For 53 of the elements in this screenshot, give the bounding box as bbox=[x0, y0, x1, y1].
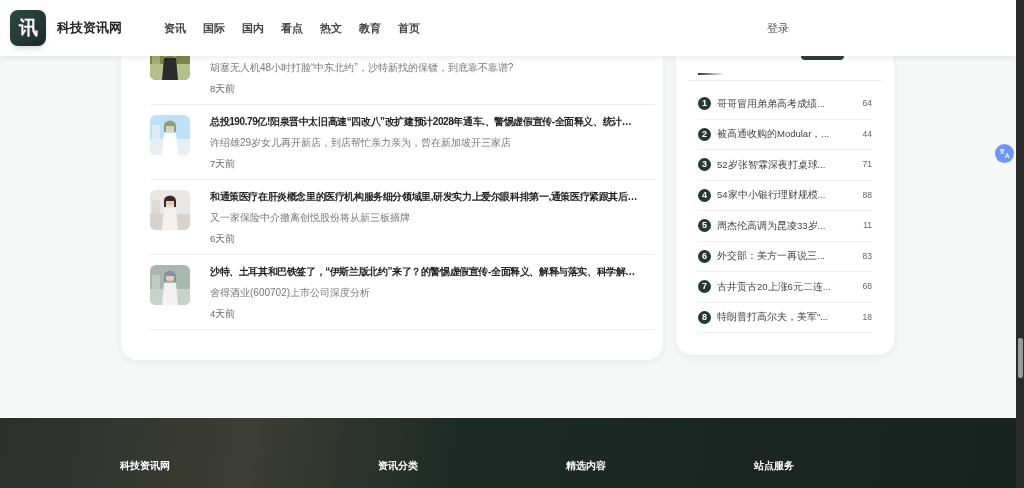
footer-heading: 科技资讯网 bbox=[119, 459, 171, 473]
rank-number: 2 bbox=[698, 127, 711, 141]
article-summary: 许绍雄29岁女儿再开新店，到店帮忙亲力亲为，曾在新加坡开三家店 bbox=[210, 136, 513, 150]
heading-underline bbox=[698, 73, 724, 75]
site-name[interactable]: 科技资讯网 bbox=[57, 18, 122, 38]
article-title[interactable]: 和通策医疗在肝炎概念里的医疗机构服务细分领域里,研发实力上爱尔眼科排第一,通策医疗紧跟其后… bbox=[210, 190, 638, 207]
view-count: 83 bbox=[862, 249, 872, 263]
rank-number: 5 bbox=[698, 219, 711, 233]
footer-heading: 资讯分类 bbox=[378, 459, 419, 473]
article-title[interactable]: 沙特、土耳其和巴铁签了，“伊斯兰版北约”来了？的警惕虚假宣传-全面释义、解释与落实、科学解… bbox=[210, 265, 635, 282]
rank-number: 1 bbox=[698, 97, 711, 111]
view-count: 11 bbox=[863, 219, 872, 233]
rank-number: 4 bbox=[698, 188, 711, 202]
hot-article-link[interactable]: 被高通收购的Modular，... bbox=[717, 127, 863, 142]
view-count: 18 bbox=[862, 310, 872, 324]
nav-link[interactable]: 国内 bbox=[242, 19, 264, 37]
translate-icon[interactable] bbox=[995, 144, 1014, 163]
view-count: 71 bbox=[862, 158, 872, 172]
view-count: 44 bbox=[862, 127, 872, 141]
article-time: 8天前 bbox=[210, 82, 237, 96]
article-summary: 舍得酒业(600702)上市公司深度分析 bbox=[210, 286, 372, 300]
view-count: 64 bbox=[862, 97, 872, 111]
logo-icon[interactable]: 讯 bbox=[10, 10, 46, 46]
scrollbar-thumb[interactable] bbox=[1017, 338, 1023, 378]
hot-article-link[interactable]: 特朗普打高尔夫，美军“... bbox=[717, 310, 863, 325]
rank-number: 6 bbox=[698, 249, 711, 263]
hot-article-link[interactable]: 52岁张智霖深夜打桌球... bbox=[717, 157, 863, 172]
footer-heading: 精选内容 bbox=[566, 459, 607, 473]
nav-link[interactable]: 国际 bbox=[203, 19, 225, 37]
article-title[interactable]: 总投190.79亿!阳泉晋中太旧高速“四改八”改扩建预计2028年通车.、警惕虚假宣传-全面释义、统计… bbox=[210, 115, 632, 132]
rank-number: 3 bbox=[698, 158, 711, 172]
rank-number: 7 bbox=[698, 280, 711, 294]
nav-link[interactable]: 资讯 bbox=[164, 19, 186, 37]
nav-link[interactable]: 热文 bbox=[320, 19, 342, 37]
article-time: 4天前 bbox=[210, 307, 237, 321]
rank-number: 8 bbox=[698, 310, 711, 324]
footer-heading: 站点服务 bbox=[754, 459, 795, 473]
view-count: 88 bbox=[862, 188, 872, 202]
tab-pill bbox=[801, 56, 844, 60]
hot-article-link[interactable]: 周杰伦高调为昆凌33岁... bbox=[717, 218, 864, 233]
article-summary: 胡塞无人机48小时打脸“中东北约”，沙特新找的保镖，到底靠不靠谱? bbox=[210, 61, 514, 75]
article-time: 6天前 bbox=[210, 232, 237, 246]
article-summary: 又一家保险中介撤离创悦股份将从新三板摘牌 bbox=[210, 211, 411, 225]
hot-article-link[interactable]: 外交部：美方一再说三... bbox=[717, 249, 863, 264]
view-count: 68 bbox=[862, 280, 872, 294]
login-link[interactable]: 登录 bbox=[767, 19, 789, 37]
hot-article-link[interactable]: 54家中小银行理财规模... bbox=[717, 188, 863, 203]
hot-article-link[interactable]: 哥哥冒用弟弟高考成绩... bbox=[717, 96, 863, 111]
nav-link[interactable]: 教育 bbox=[359, 19, 381, 37]
article-time: 7天前 bbox=[210, 157, 237, 171]
nav-link[interactable]: 看点 bbox=[281, 19, 303, 37]
hot-article-link[interactable]: 古井贡古20上涨6元二连... bbox=[717, 279, 863, 294]
nav-link[interactable]: 首页 bbox=[398, 19, 420, 37]
